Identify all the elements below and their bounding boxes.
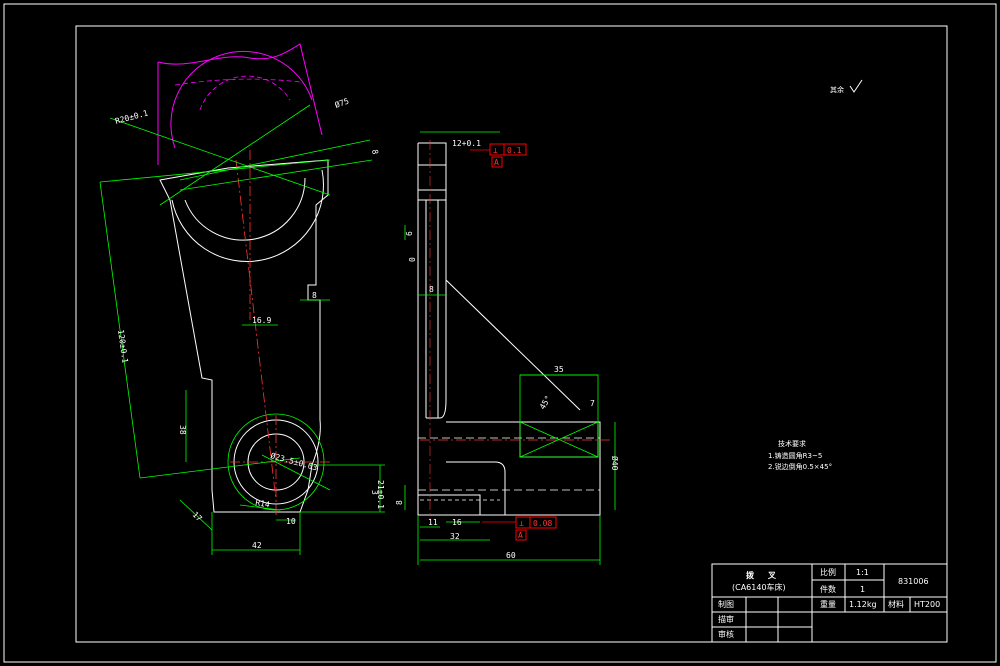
dim-top-radius: R20±0.1	[114, 108, 149, 125]
dim-web-width: 16.9	[252, 316, 271, 325]
side-dim-32: 32	[450, 532, 460, 541]
surface-finish-icon	[849, 79, 863, 93]
dim-bore-r: R14	[255, 498, 271, 509]
tech-item-2: 2.锐边倒角0.5×45°	[768, 462, 832, 471]
tb-material-value: HT200	[914, 600, 940, 609]
front-view: 120±0.1 R20±0.1 Ø75 8 16.9 8 38 Ø23.5±0.…	[99, 43, 385, 555]
cad-drawing: 120±0.1 R20±0.1 Ø75 8 16.9 8 38 Ø23.5±0.…	[3, 3, 997, 663]
side-dim-boss-h: Ø40	[610, 456, 620, 471]
tb-part-name: 拨叉	[746, 570, 790, 580]
gdt-bottom-datum: A	[518, 531, 523, 540]
side-dim-slot: 0	[408, 257, 417, 262]
tb-drawn-label: 制图	[718, 599, 734, 609]
side-dim-boss-w: 35	[554, 365, 564, 374]
surface-note: 其余	[830, 79, 863, 94]
tb-qty-value: 1	[860, 585, 865, 594]
tb-weight-value: 1.12kg	[849, 600, 877, 609]
tb-check-label: 审核	[718, 629, 734, 639]
dim-offset10: 10	[286, 517, 296, 526]
tb-drawing-no: 831006	[898, 577, 929, 586]
side-dim-top-small: 6	[405, 231, 414, 236]
gdt-frame-bottom: ⊥ 0.08 A	[482, 516, 557, 541]
side-view: 12+0.1 6 0 8 35 7 45° Ø40 8 11 16 32 60 …	[395, 131, 620, 565]
dim-base-height2: 21±0.1	[376, 480, 385, 509]
tech-title: 技术要求	[778, 439, 806, 448]
side-dim-base-small: 8	[395, 500, 404, 505]
tb-qty-label: 件数	[820, 584, 836, 594]
gdt-top-datum: A	[494, 158, 499, 167]
tb-machine: (CA6140车床)	[732, 582, 786, 592]
tech-requirements: 技术要求 1.铸造圆角R3~5 2.锐边倒角0.5×45°	[768, 439, 832, 471]
tb-scale-label: 比例	[820, 567, 836, 577]
tb-design-label: 描审	[718, 614, 734, 624]
side-dim-11: 11	[428, 518, 438, 527]
side-dim-16: 16	[452, 518, 462, 527]
title-block: 拨叉 (CA6140车床) 比例 1:1 件数 1 831006 重量 1.12…	[711, 563, 948, 643]
dim-bore-dia: Ø23.5±0.03	[269, 450, 318, 472]
tb-scale-value: 1:1	[856, 568, 869, 577]
gdt-top-value: 0.1	[507, 146, 522, 155]
side-dim-60: 60	[506, 551, 516, 560]
inner-frame	[75, 25, 948, 643]
gdt-bottom-value: 0.08	[533, 519, 552, 528]
tb-weight-label: 重量	[820, 599, 836, 609]
dim-top-thk: 8	[370, 149, 380, 155]
tech-item-1: 1.铸造圆角R3~5	[768, 451, 822, 460]
side-dim-boss-small: 7	[590, 399, 595, 408]
dim-width42: 42	[252, 541, 262, 550]
side-dim-rib: 45°	[538, 394, 553, 411]
side-dim-hole: 8	[429, 285, 434, 294]
dim-top-slot: Ø75	[333, 95, 350, 109]
surface-note-text: 其余	[830, 85, 844, 94]
gdt-bottom-symbol: ⊥	[519, 519, 524, 528]
dim-arm-length: 120±0.1	[116, 329, 130, 364]
gdt-top-symbol: ⊥	[493, 146, 498, 155]
side-dim-top-tol: 12+0.1	[452, 139, 481, 148]
tb-material-label: 材料	[888, 599, 904, 609]
dim-lower-height: 38	[178, 425, 187, 435]
dim-step: 8	[312, 291, 317, 300]
